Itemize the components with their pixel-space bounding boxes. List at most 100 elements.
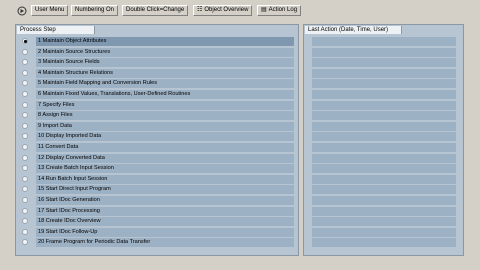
step-radio[interactable] <box>22 90 28 97</box>
numbering-on-button[interactable]: Numbering On <box>71 5 119 16</box>
last-action-row <box>304 110 463 121</box>
step-label[interactable]: 3 Maintain Source Fields <box>36 58 294 68</box>
step-label[interactable]: 10 Display Imported Data <box>36 132 294 142</box>
last-action-cell <box>312 58 456 68</box>
process-step-list: 1 Maintain Object Attributes 2 Maintain S… <box>16 36 298 248</box>
step-row[interactable]: 19 Start IDoc Follow-Up <box>16 227 298 238</box>
step-label[interactable]: 15 Start Direct Input Program <box>36 185 294 195</box>
step-label[interactable]: 4 Maintain Structure Relations <box>36 68 294 78</box>
step-label[interactable]: 5 Maintain Field Mapping and Conversion … <box>36 79 294 89</box>
step-row[interactable]: 4 Maintain Structure Relations <box>16 68 298 79</box>
user-menu-label: User Menu <box>35 7 65 13</box>
step-row[interactable]: 7 Specify Files <box>16 100 298 111</box>
user-menu-button[interactable]: User Menu <box>31 5 69 16</box>
last-action-cell <box>312 206 456 216</box>
step-radio[interactable] <box>22 38 28 44</box>
step-label[interactable]: 1 Maintain Object Attributes <box>36 37 294 46</box>
step-radio[interactable] <box>22 59 28 66</box>
overview-icon: ☷ <box>197 7 203 13</box>
last-action-row <box>304 78 463 89</box>
last-action-cell <box>312 132 456 142</box>
process-step-panel: Process Step 1 Maintain Object Attribute… <box>15 24 299 256</box>
execute-icon <box>17 6 27 15</box>
last-action-row <box>304 131 463 142</box>
last-action-panel: Last Action (Date, Time, User) <box>303 24 464 256</box>
step-label[interactable]: 12 Display Converted Data <box>36 153 294 163</box>
last-action-row <box>304 195 463 206</box>
execute-icon-button[interactable] <box>16 5 28 16</box>
step-radio[interactable] <box>22 143 28 150</box>
last-action-row <box>304 163 463 174</box>
step-radio[interactable] <box>22 112 28 119</box>
last-action-cell <box>312 121 456 131</box>
step-label[interactable]: 19 Start IDoc Follow-Up <box>36 227 294 237</box>
object-overview-button[interactable]: ☷ Object Overview <box>193 5 253 16</box>
action-log-label: Action Log <box>268 7 298 13</box>
step-label[interactable]: 16 Start IDoc Generation <box>36 195 294 205</box>
step-row[interactable]: 12 Display Converted Data <box>16 153 298 164</box>
last-action-list <box>304 36 463 248</box>
step-row[interactable]: 3 Maintain Source Fields <box>16 57 298 68</box>
step-radio[interactable] <box>22 207 28 214</box>
step-label[interactable]: 11 Convert Data <box>36 142 294 152</box>
last-action-row <box>304 206 463 217</box>
last-action-row <box>304 36 463 47</box>
step-row[interactable]: 13 Create Batch Input Session <box>16 163 298 174</box>
step-row[interactable]: 10 Display Imported Data <box>16 131 298 142</box>
last-action-row <box>304 153 463 164</box>
last-action-row <box>304 47 463 58</box>
step-label[interactable]: 13 Create Batch Input Session <box>36 164 294 174</box>
step-radio[interactable] <box>22 133 28 140</box>
step-row[interactable]: 2 Maintain Source Structures <box>16 47 298 58</box>
step-row[interactable]: 15 Start Direct Input Program <box>16 184 298 195</box>
step-radio[interactable] <box>22 80 28 87</box>
last-action-row <box>304 184 463 195</box>
step-row[interactable]: 18 Create IDoc Overview <box>16 216 298 227</box>
last-action-row <box>304 227 463 238</box>
step-radio[interactable] <box>22 186 28 193</box>
step-radio[interactable] <box>22 69 28 76</box>
last-action-cell <box>312 68 456 78</box>
last-action-header[interactable]: Last Action (Date, Time, User) <box>305 26 402 34</box>
step-radio[interactable] <box>22 48 28 55</box>
action-log-button[interactable]: ▤ Action Log <box>257 5 302 16</box>
step-label[interactable]: 20 Frame Program for Periodic Data Trans… <box>36 238 294 248</box>
step-row[interactable]: 8 Assign Files <box>16 110 298 121</box>
step-radio[interactable] <box>22 228 28 235</box>
step-row[interactable]: 20 Frame Program for Periodic Data Trans… <box>16 237 298 248</box>
last-action-row <box>304 100 463 111</box>
step-radio[interactable] <box>22 122 28 129</box>
step-radio[interactable] <box>22 196 28 203</box>
step-row[interactable]: 6 Maintain Fixed Values, Translations, U… <box>16 89 298 100</box>
step-radio[interactable] <box>22 154 28 161</box>
last-action-cell <box>312 79 456 89</box>
step-row[interactable]: 5 Maintain Field Mapping and Conversion … <box>16 78 298 89</box>
step-radio[interactable] <box>22 101 28 108</box>
step-label[interactable]: 17 Start IDoc Processing <box>36 206 294 216</box>
step-label[interactable]: 18 Create IDoc Overview <box>36 217 294 227</box>
step-radio[interactable] <box>22 165 28 172</box>
last-action-cell <box>312 238 456 248</box>
process-step-header[interactable]: Process Step <box>17 26 95 34</box>
step-row[interactable]: 11 Convert Data <box>16 142 298 153</box>
last-action-cell <box>312 164 456 174</box>
step-label[interactable]: 9 Import Data <box>36 121 294 131</box>
step-label[interactable]: 14 Run Batch Input Session <box>36 174 294 184</box>
step-row[interactable]: 1 Maintain Object Attributes <box>16 36 298 47</box>
step-radio[interactable] <box>22 239 28 246</box>
last-action-row <box>304 142 463 153</box>
step-label[interactable]: 7 Specify Files <box>36 100 294 110</box>
step-label[interactable]: 2 Maintain Source Structures <box>36 47 294 57</box>
double-click-change-button[interactable]: Double Click=Change <box>122 5 189 16</box>
log-icon: ▤ <box>261 7 267 13</box>
step-row[interactable]: 17 Start IDoc Processing <box>16 206 298 217</box>
step-radio[interactable] <box>22 175 28 182</box>
step-label[interactable]: 6 Maintain Fixed Values, Translations, U… <box>36 89 294 99</box>
step-label[interactable]: 8 Assign Files <box>36 111 294 121</box>
toolbar: User Menu Numbering On Double Click=Chan… <box>0 0 480 18</box>
step-row[interactable]: 16 Start IDoc Generation <box>16 195 298 206</box>
step-row[interactable]: 9 Import Data <box>16 121 298 132</box>
last-action-cell <box>312 111 456 121</box>
step-row[interactable]: 14 Run Batch Input Session <box>16 174 298 185</box>
step-radio[interactable] <box>22 218 28 225</box>
